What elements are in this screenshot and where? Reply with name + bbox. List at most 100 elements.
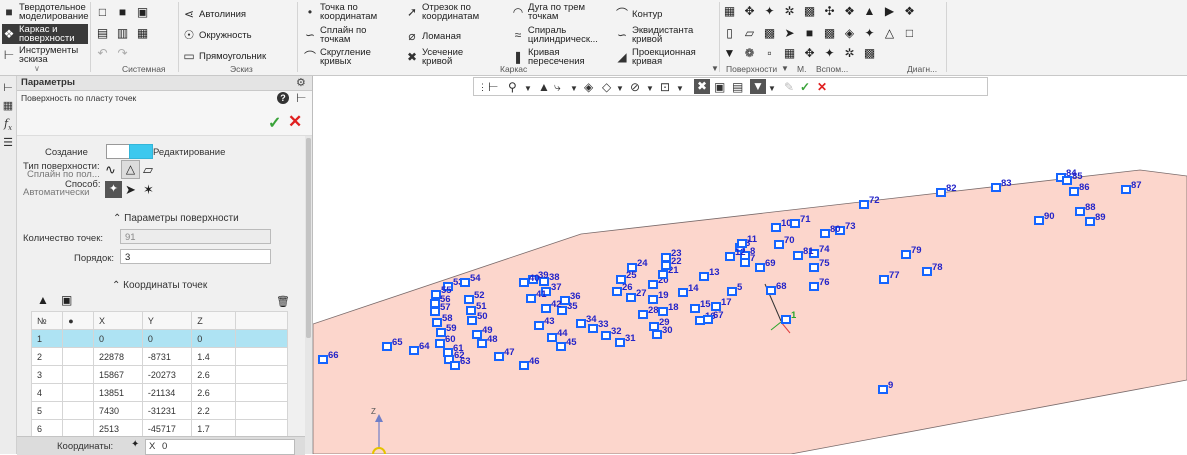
list-menu-icon[interactable]: ☰ — [2, 137, 14, 149]
point-marker[interactable]: 27 — [626, 289, 647, 302]
point-marker[interactable]: 19 — [648, 291, 669, 304]
flat-surface-icon[interactable]: ▱ — [143, 162, 153, 178]
filter-icon[interactable]: ▼ — [750, 79, 766, 94]
table-row[interactable]: 6 2513 -45717 1.7 — [30, 419, 289, 438]
point-marker[interactable]: 80 — [820, 225, 841, 238]
table-cell[interactable]: -31231 — [141, 401, 193, 420]
point-marker[interactable]: 70 — [774, 236, 795, 249]
point-marker[interactable]: 10 — [771, 219, 792, 232]
tab-sketch-tools[interactable]: ⊢ Инструменты эскиза — [2, 46, 88, 65]
point-marker[interactable]: 52 — [464, 291, 485, 304]
surface-tool-icon[interactable]: ▩ — [763, 27, 776, 40]
surface-tool-icon[interactable]: △ — [883, 27, 896, 40]
zoom-dropdown-icon[interactable]: ▼ — [524, 82, 532, 96]
point-marker[interactable]: 30 — [652, 326, 673, 339]
cylindrical-spiral-button[interactable]: ≈ Спираль цилиндрическ... — [511, 26, 611, 45]
collapse-chevron-icon[interactable]: ∨ — [34, 64, 40, 73]
curve-method-icon[interactable]: ✶ — [143, 182, 154, 198]
view-dropdown-icon[interactable]: ▼ — [570, 82, 578, 96]
point-marker[interactable]: 54 — [460, 274, 481, 287]
accept-checkmark-icon[interactable]: ✓ — [268, 113, 281, 133]
table-cell[interactable]: 0 — [141, 329, 193, 348]
fillet-curves-button[interactable]: ⌒ Скругление кривых — [303, 48, 393, 67]
table-cell[interactable]: 2.6 — [191, 365, 236, 384]
table-cell[interactable]: -45717 — [141, 419, 193, 438]
point-marker[interactable]: 86 — [1069, 183, 1090, 196]
section-dropdown-icon[interactable]: ▼ — [676, 82, 684, 96]
surface-tool-icon[interactable]: ✥ — [743, 5, 756, 18]
order-field[interactable]: 3 — [120, 249, 271, 264]
point-marker[interactable]: 14 — [678, 284, 699, 297]
point-marker[interactable]: 46 — [519, 357, 540, 370]
point-marker[interactable]: 34 — [576, 315, 597, 328]
point-marker[interactable]: 45 — [556, 338, 577, 351]
point-marker[interactable]: 42 — [541, 300, 562, 313]
wireframe-dropdown-icon[interactable]: ▼ — [711, 64, 719, 73]
surface-tool-icon[interactable]: ▶ — [883, 5, 896, 18]
rectangle-button[interactable]: ▭ Прямоугольник — [182, 50, 266, 62]
point-marker[interactable]: 90 — [1034, 212, 1055, 225]
table-cell[interactable] — [234, 419, 289, 438]
table-row[interactable]: 1000 — [30, 329, 289, 348]
contour-button[interactable]: ⌒ Контур — [615, 8, 662, 20]
view-accept-icon[interactable]: ✓ — [800, 80, 810, 94]
layers-view-icon[interactable]: ▤ — [732, 80, 743, 94]
panel-settings-gear-icon[interactable]: ⚙ — [296, 76, 306, 89]
preview-icon[interactable]: ▥ — [116, 27, 129, 40]
surface-tool-icon[interactable]: ▱ — [743, 27, 756, 40]
hide-dropdown-icon[interactable]: ▼ — [646, 82, 654, 96]
table-cell[interactable]: 2 — [30, 347, 64, 366]
surface-tool-icon[interactable]: ❖ — [903, 5, 916, 18]
surface-tool-icon[interactable]: ▫ — [763, 47, 776, 60]
table-cell[interactable]: 3 — [30, 365, 64, 384]
point-marker[interactable]: 75 — [809, 259, 830, 272]
table-cell[interactable]: 15867 — [92, 365, 143, 384]
hide-icon[interactable]: ⊘ — [630, 80, 640, 94]
surface-tool-icon[interactable]: ✥ — [803, 47, 816, 60]
surface-tool-icon[interactable]: ✦ — [823, 47, 836, 60]
display-dropdown-icon[interactable]: ▼ — [616, 82, 624, 96]
point-marker[interactable]: 83 — [991, 179, 1012, 192]
save-icon[interactable]: ▣ — [136, 6, 149, 19]
print-icon[interactable]: ▤ — [96, 27, 109, 40]
point-marker[interactable]: 23 — [661, 249, 682, 262]
surface-tool-icon[interactable]: ▩ — [823, 27, 836, 40]
table-cell[interactable]: 1.4 — [191, 347, 236, 366]
surface-tool-icon[interactable]: ▯ — [723, 27, 736, 40]
point-marker[interactable]: 68 — [766, 282, 787, 295]
help-icon[interactable]: ? — [277, 92, 289, 104]
surface-tool-icon[interactable]: ✦ — [863, 27, 876, 40]
surfaces-dropdown-icon[interactable]: ▼ — [781, 64, 789, 73]
offset-curve-button[interactable]: ∽ Эквидистанта кривой — [615, 26, 715, 45]
cancel-x-icon[interactable]: ✕ — [288, 112, 302, 132]
surface-tool-icon[interactable]: ▩ — [863, 47, 876, 60]
open-folder-icon[interactable]: ■ — [116, 6, 129, 19]
table-cell[interactable] — [62, 365, 94, 384]
surface-tool-icon[interactable]: ■ — [803, 27, 816, 40]
pin-icon[interactable]: ✦ — [131, 439, 143, 452]
table-row[interactable]: 3 15867 -20273 2.6 — [30, 365, 289, 384]
point-marker[interactable]: 36 — [560, 292, 581, 305]
polygon-surface-icon[interactable]: △ — [121, 160, 140, 179]
surface-tool-icon[interactable]: ➤ — [783, 27, 796, 40]
3d-viewport[interactable]: Z 15678910111213141516171819202122232425… — [313, 76, 1187, 454]
redo-icon[interactable]: ↷ — [116, 47, 129, 60]
shaded-display-icon[interactable]: ◈ — [584, 80, 593, 94]
table-cell[interactable] — [62, 383, 94, 402]
surface-tool-icon[interactable]: ✣ — [823, 5, 836, 18]
table-cell[interactable]: 1 — [30, 329, 64, 348]
table-cell[interactable]: -21134 — [141, 383, 193, 402]
auto-method-icon[interactable]: ✦ — [105, 181, 122, 198]
surface-tool-icon[interactable]: ✲ — [843, 47, 856, 60]
polyline-button[interactable]: ⌀ Ломаная — [405, 30, 505, 42]
surface-tool-icon[interactable]: ▦ — [783, 47, 796, 60]
point-marker[interactable]: 78 — [922, 263, 943, 276]
table-cell[interactable]: 6 — [30, 419, 64, 438]
table-cell[interactable]: -20273 — [141, 365, 193, 384]
tab-solid-modeling[interactable]: ■ Твердотельное моделирование — [2, 3, 88, 22]
section-surface-params[interactable]: ⌃ Параметры поверхности — [113, 213, 239, 224]
point-marker[interactable]: 79 — [901, 246, 922, 259]
section-point-coords[interactable]: ⌃ Координаты точек — [112, 280, 207, 291]
table-cell[interactable]: 2513 — [92, 419, 143, 438]
surface-tool-icon[interactable]: ❖ — [843, 5, 856, 18]
